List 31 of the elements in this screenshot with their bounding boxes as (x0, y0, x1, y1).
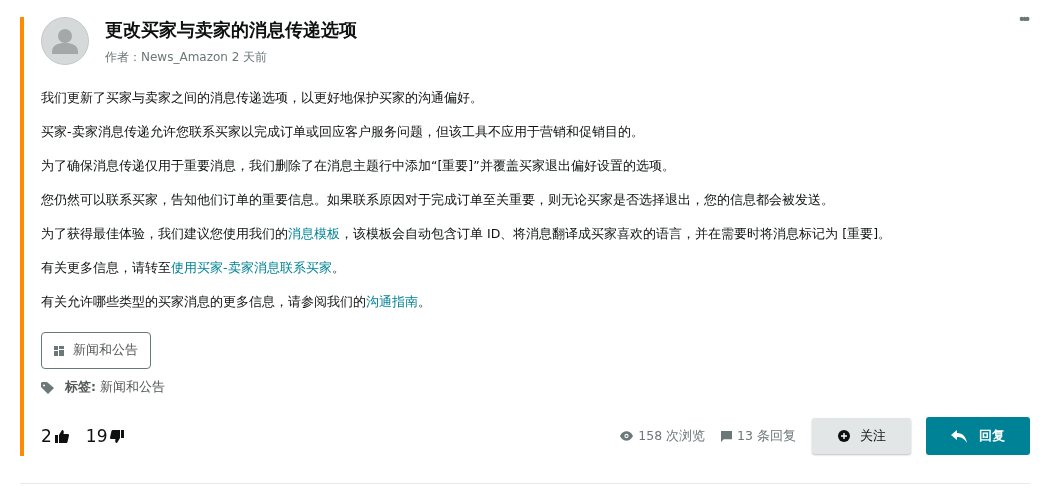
inline-link[interactable]: 沟通指南 (366, 294, 418, 309)
reply-arrow-icon (951, 429, 967, 443)
tags-label: 标签: (65, 379, 96, 396)
view-count: 158 次浏览 (638, 427, 706, 445)
inline-link[interactable]: 使用买家-卖家消息联系买家 (171, 260, 332, 275)
board-tag-button[interactable]: 新闻和公告 (41, 332, 151, 369)
reply-count: 13 条回复 (737, 427, 796, 445)
inline-link[interactable]: 消息模板 (288, 226, 340, 241)
grid-icon (54, 345, 64, 356)
thumbs-up-icon[interactable] (54, 429, 69, 443)
thumbs-down-icon[interactable] (110, 429, 125, 443)
body-paragraph: 为了确保消息传递仅用于重要消息，我们删除了在消息主题行中添加“[重要]”并覆盖买家退出偏好设置的选项。 (41, 158, 675, 174)
avatar-icon (41, 17, 89, 65)
body-paragraph: 有关更多信息，请转至使用买家-卖家消息联系买家。 (41, 260, 345, 276)
post-byline: 作者：News_Amazon 2 天前 (105, 49, 269, 66)
like-count: 2 (41, 426, 52, 446)
body-paragraph: 买家-卖家消息传递允许您联系买家以完成订单或回应客户服务问题，但该工具不应用于营销和促销目的。 (41, 124, 644, 140)
body-paragraph: 有关允许哪些类型的买家消息的更多信息，请参阅我们的沟通指南。 (41, 294, 431, 310)
more-menu-button[interactable]: ••• (1017, 11, 1030, 27)
dislike-count: 19 (85, 426, 108, 446)
post-title: 更改买家与卖家的消息传递选项 (105, 19, 357, 41)
tag-link[interactable]: 新闻和公告 (100, 379, 165, 396)
tag-icon (41, 381, 55, 394)
body-paragraph: 您仍然可以联系买家，告知他们订单的重要信息。如果联系原因对于完成订单至关重要，则无论买家是否选择退出，您的信息都会被发送。 (41, 192, 834, 208)
reply-button[interactable]: 回复 (926, 417, 1030, 455)
follow-button[interactable]: 关注 (812, 418, 911, 454)
plus-circle-icon (837, 430, 850, 442)
speech-bubble-icon (721, 430, 733, 442)
eye-icon (620, 431, 634, 441)
body-paragraph: 为了获得最佳体验，我们建议您使用我们的消息模板，该模板会自动包含订单 ID、将消息翻译成买家喜欢的语言，并在需要时将消息标记为 [重要]。 (41, 226, 891, 242)
body-paragraph: 我们更新了买家与卖家之间的消息传递选项，以更好地保护买家的沟通偏好。 (41, 90, 483, 106)
